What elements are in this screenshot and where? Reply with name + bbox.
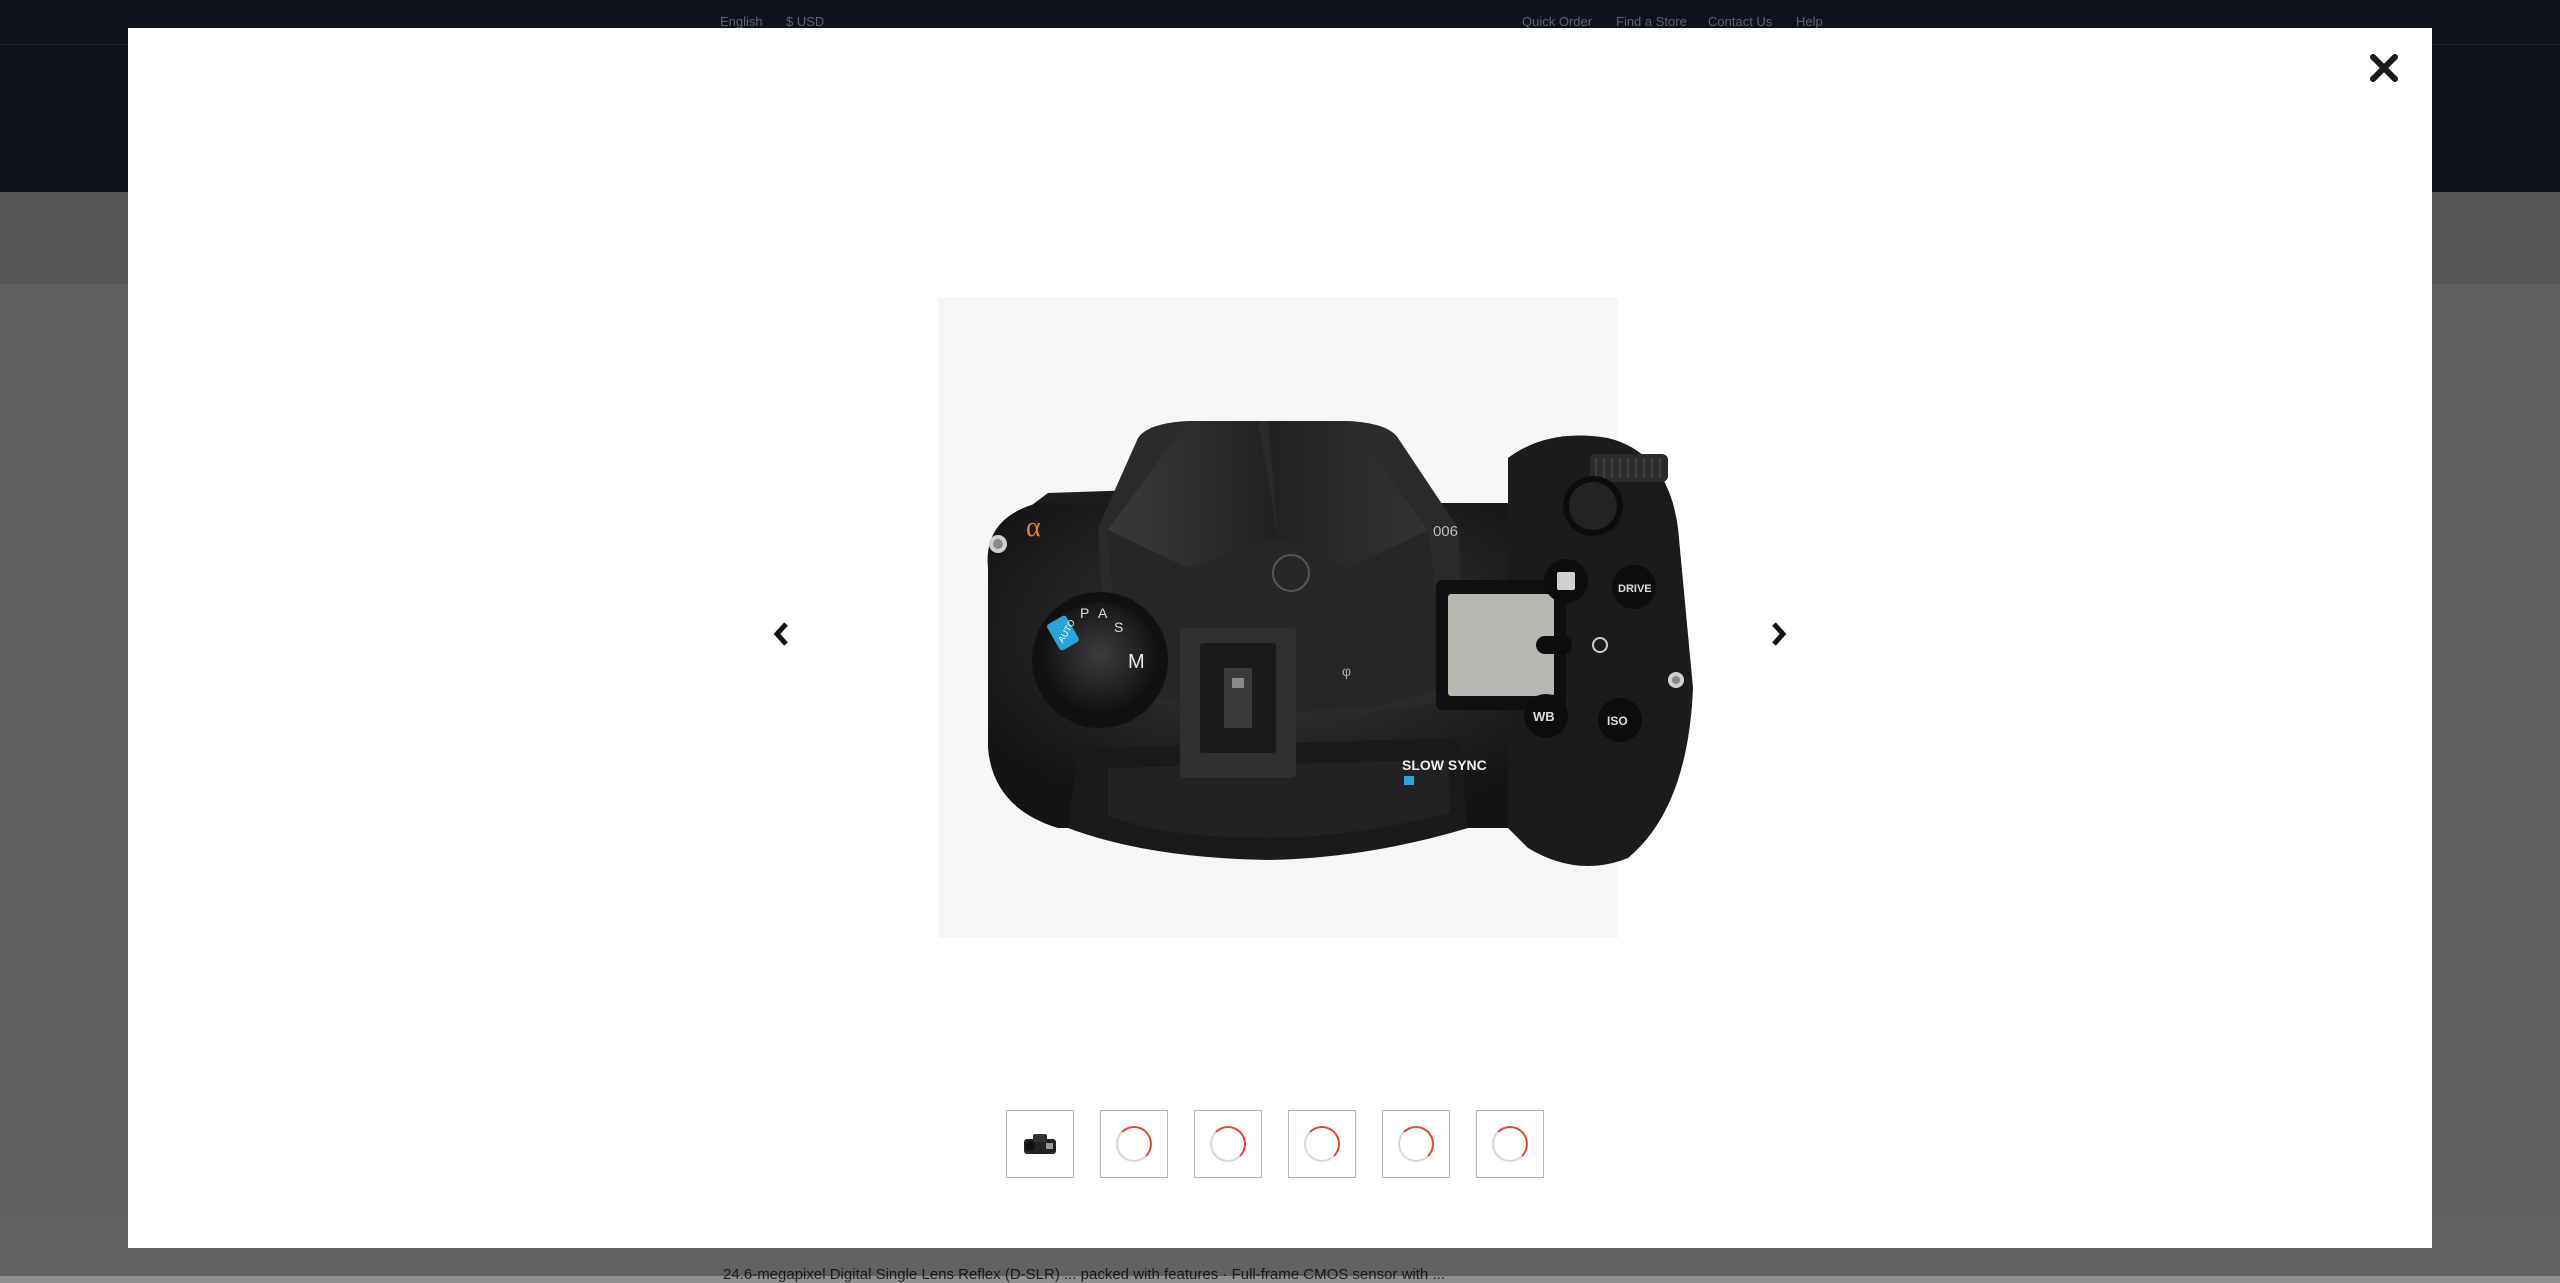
thumbnail-4[interactable]: [1288, 1110, 1356, 1178]
chevron-right-icon: [1772, 622, 1787, 646]
thumbnail-6[interactable]: [1476, 1110, 1544, 1178]
next-image-button[interactable]: [1758, 614, 1798, 654]
focal-plane-mark: φ: [1342, 663, 1351, 679]
close-icon: [2370, 54, 2398, 82]
model-label: 900: [1433, 522, 1458, 539]
mode-dial-a: A: [1098, 605, 1108, 621]
mode-dial-p: P: [1080, 605, 1089, 621]
product-image-camera-top: M S A P AUTO α 900 DRIVE WB ISO SLOW SYN…: [938, 298, 1693, 938]
iso-button-label: ISO: [1607, 714, 1628, 728]
brand-logo-mark: α: [1026, 512, 1041, 543]
loading-spinner-icon: [1398, 1126, 1434, 1162]
thumbnail-1[interactable]: [1006, 1110, 1074, 1178]
loading-spinner-icon: [1210, 1126, 1246, 1162]
slow-sync-label: SLOW SYNC: [1402, 757, 1487, 773]
loading-spinner-icon: [1116, 1126, 1152, 1162]
loading-spinner-icon: [1304, 1126, 1340, 1162]
thumbnail-2[interactable]: [1100, 1110, 1168, 1178]
thumbnail-5[interactable]: [1382, 1110, 1450, 1178]
wb-button-label: WB: [1533, 709, 1555, 724]
mode-dial-s: S: [1114, 619, 1123, 635]
mode-dial-m: M: [1128, 651, 1145, 673]
thumbnail-strip: [1006, 1110, 1544, 1180]
close-button[interactable]: [2358, 42, 2410, 94]
camera-thumbnail-image: [1024, 1134, 1056, 1154]
chevron-left-icon: [773, 622, 788, 646]
loading-spinner-icon: [1492, 1126, 1528, 1162]
thumbnail-3[interactable]: [1194, 1110, 1262, 1178]
drive-button-label: DRIVE: [1618, 583, 1652, 595]
image-lightbox: M S A P AUTO α 900 DRIVE WB ISO SLOW SYN…: [128, 28, 2432, 1248]
previous-image-button[interactable]: [762, 614, 802, 654]
